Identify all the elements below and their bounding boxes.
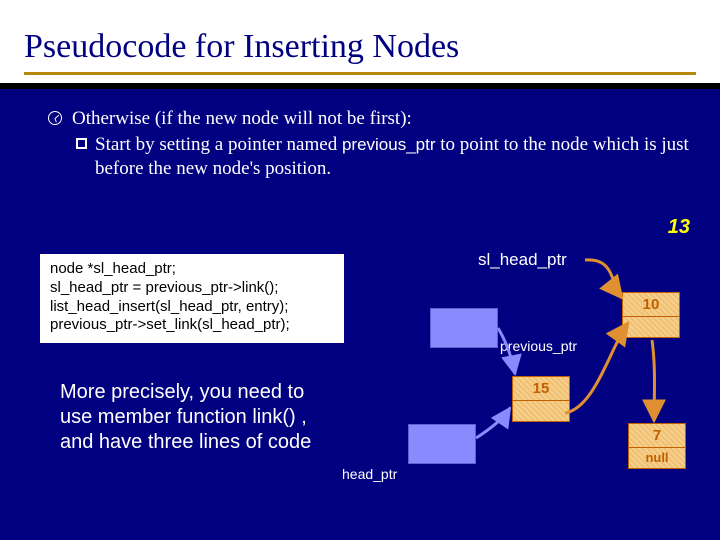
head-ptr-box <box>408 424 476 464</box>
code-line-4: previous_ptr->set_link(sl_head_ptr); <box>50 316 334 335</box>
bullet-sub: Start by setting a pointer named previou… <box>76 133 692 181</box>
previous-ptr-label: previous_ptr <box>500 338 577 354</box>
bullet-sub-code: previous_ptr <box>342 135 436 154</box>
slide-title: Pseudocode for Inserting Nodes <box>24 28 696 66</box>
code-line-2: sl_head_ptr = previous_ptr->link(); <box>50 279 334 298</box>
node-15-link <box>513 401 569 421</box>
code-box: node *sl_head_ptr; sl_head_ptr = previou… <box>40 254 344 343</box>
head-ptr-label: head_ptr <box>342 466 397 482</box>
sl-head-ptr-label: sl_head_ptr <box>478 250 567 270</box>
diagram: sl_head_ptr previous_ptr head_ptr 10 15 … <box>360 248 700 528</box>
code-line-1: node *sl_head_ptr; <box>50 260 334 279</box>
node-15-val: 15 <box>513 377 569 401</box>
node-15: 15 <box>512 376 570 422</box>
square-icon <box>76 138 87 149</box>
node-10: 10 <box>622 292 680 338</box>
previous-ptr-box <box>430 308 498 348</box>
bullet-sub-prefix: Start by setting a pointer named <box>95 134 342 155</box>
precise-note: More precisely, you need to use member f… <box>60 380 320 455</box>
rule-gold <box>24 72 696 75</box>
bullet-main-text: Otherwise (if the new node will not be f… <box>72 107 412 131</box>
node-10-link <box>623 317 679 337</box>
node-10-val: 10 <box>623 293 679 317</box>
node-7: 7 null <box>628 423 686 469</box>
bullet-sub-text: Start by setting a pointer named previou… <box>95 133 692 181</box>
content: Otherwise (if the new node will not be f… <box>0 89 720 180</box>
code-line-3: list_head_insert(sl_head_ptr, entry); <box>50 298 334 317</box>
node-7-link: null <box>629 448 685 468</box>
node-7-val: 7 <box>629 424 685 448</box>
clock-icon <box>48 111 62 125</box>
title-area: Pseudocode for Inserting Nodes <box>0 0 720 83</box>
bullet-main: Otherwise (if the new node will not be f… <box>48 107 692 131</box>
annotation-13: 13 <box>668 216 690 239</box>
